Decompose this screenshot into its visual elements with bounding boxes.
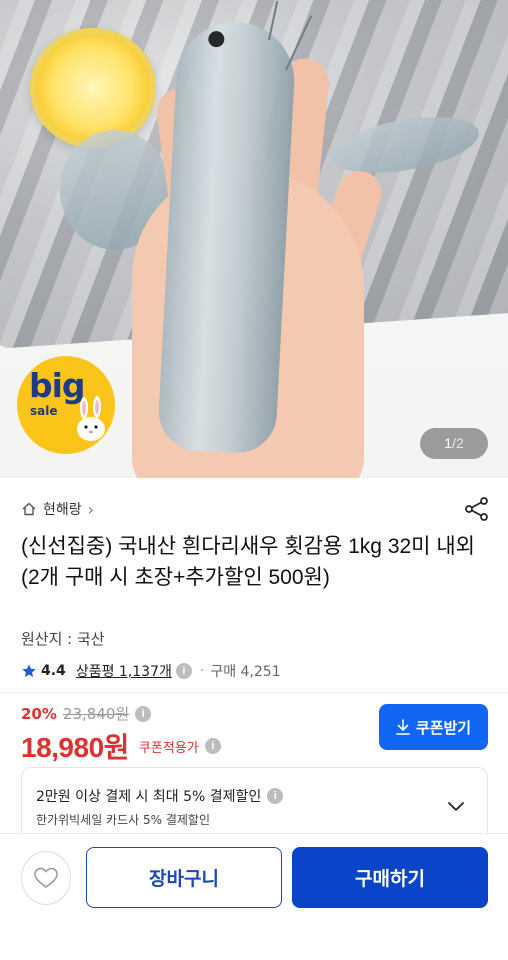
product-image[interactable]: big sale 1/2 [0,0,508,478]
promo-line1: 2만원 이상 결제 시 최대 5% 결제할인 i [36,786,284,806]
pager-total: 2 [455,435,464,451]
store-link[interactable]: 현해랑 › [21,499,94,519]
store-chevron: › [87,499,95,519]
store-name: 현해랑 [43,502,82,518]
info-icon[interactable]: i [267,788,284,804]
rating-row: 4.4 상품평 1,137개 i · 구매 4,251 [21,661,281,681]
final-price-row: 18,980원 쿠폰적용가 i [21,726,221,766]
download-icon [396,719,410,735]
rating-separator: · [199,663,205,679]
bottom-action-bar: 장바구니 구매하기 [0,833,508,960]
bunny-icon [77,396,105,441]
review-count-link[interactable]: 상품평 1,137개 [76,661,172,681]
image-pager: 1/2 [420,428,488,459]
home-icon [22,502,36,516]
original-price: 23,840원 [62,705,130,723]
rating-score: 4.4 [41,663,66,679]
badge-sale-text: sale [30,404,58,418]
wishlist-button[interactable] [21,851,71,905]
info-icon[interactable]: i [135,705,152,722]
heart-icon [34,867,58,888]
product-origin: 원산지 : 국산 [21,630,105,648]
add-to-cart-button[interactable]: 장바구니 [86,847,282,908]
purchase-count: 구매 4,251 [210,664,281,680]
discount-row: 20% 23,840원 i [21,703,221,724]
promo-line2: 한가위빅세일 카드사 5% 결제할인 [36,813,211,827]
chevron-down-icon[interactable] [446,796,466,816]
get-coupon-button[interactable]: 쿠폰받기 [379,704,488,750]
share-icon[interactable] [464,496,490,522]
pager-current: 1 [444,435,453,451]
divider [0,692,508,693]
star-icon [22,664,36,677]
big-sale-badge: big sale [17,356,115,454]
info-icon[interactable]: i [204,738,221,754]
final-price: 18,980원 [21,732,129,763]
info-icon[interactable]: i [175,663,192,679]
shrimp [156,19,298,455]
coupon-price-note: 쿠폰적용가 [138,740,199,756]
price-area: 20% 23,840원 i 18,980원 쿠폰적용가 i [21,703,221,766]
discount-rate: 20% [21,704,57,723]
product-title: (신선집중) 국내산 흰다리새우 횟감용 1kg 32미 내외 (2개 구매 시… [21,535,475,589]
promo-headline: 2만원 이상 결제 시 최대 5% 결제할인 [36,789,262,805]
buy-now-button[interactable]: 구매하기 [292,847,488,908]
get-coupon-label: 쿠폰받기 [415,719,472,737]
